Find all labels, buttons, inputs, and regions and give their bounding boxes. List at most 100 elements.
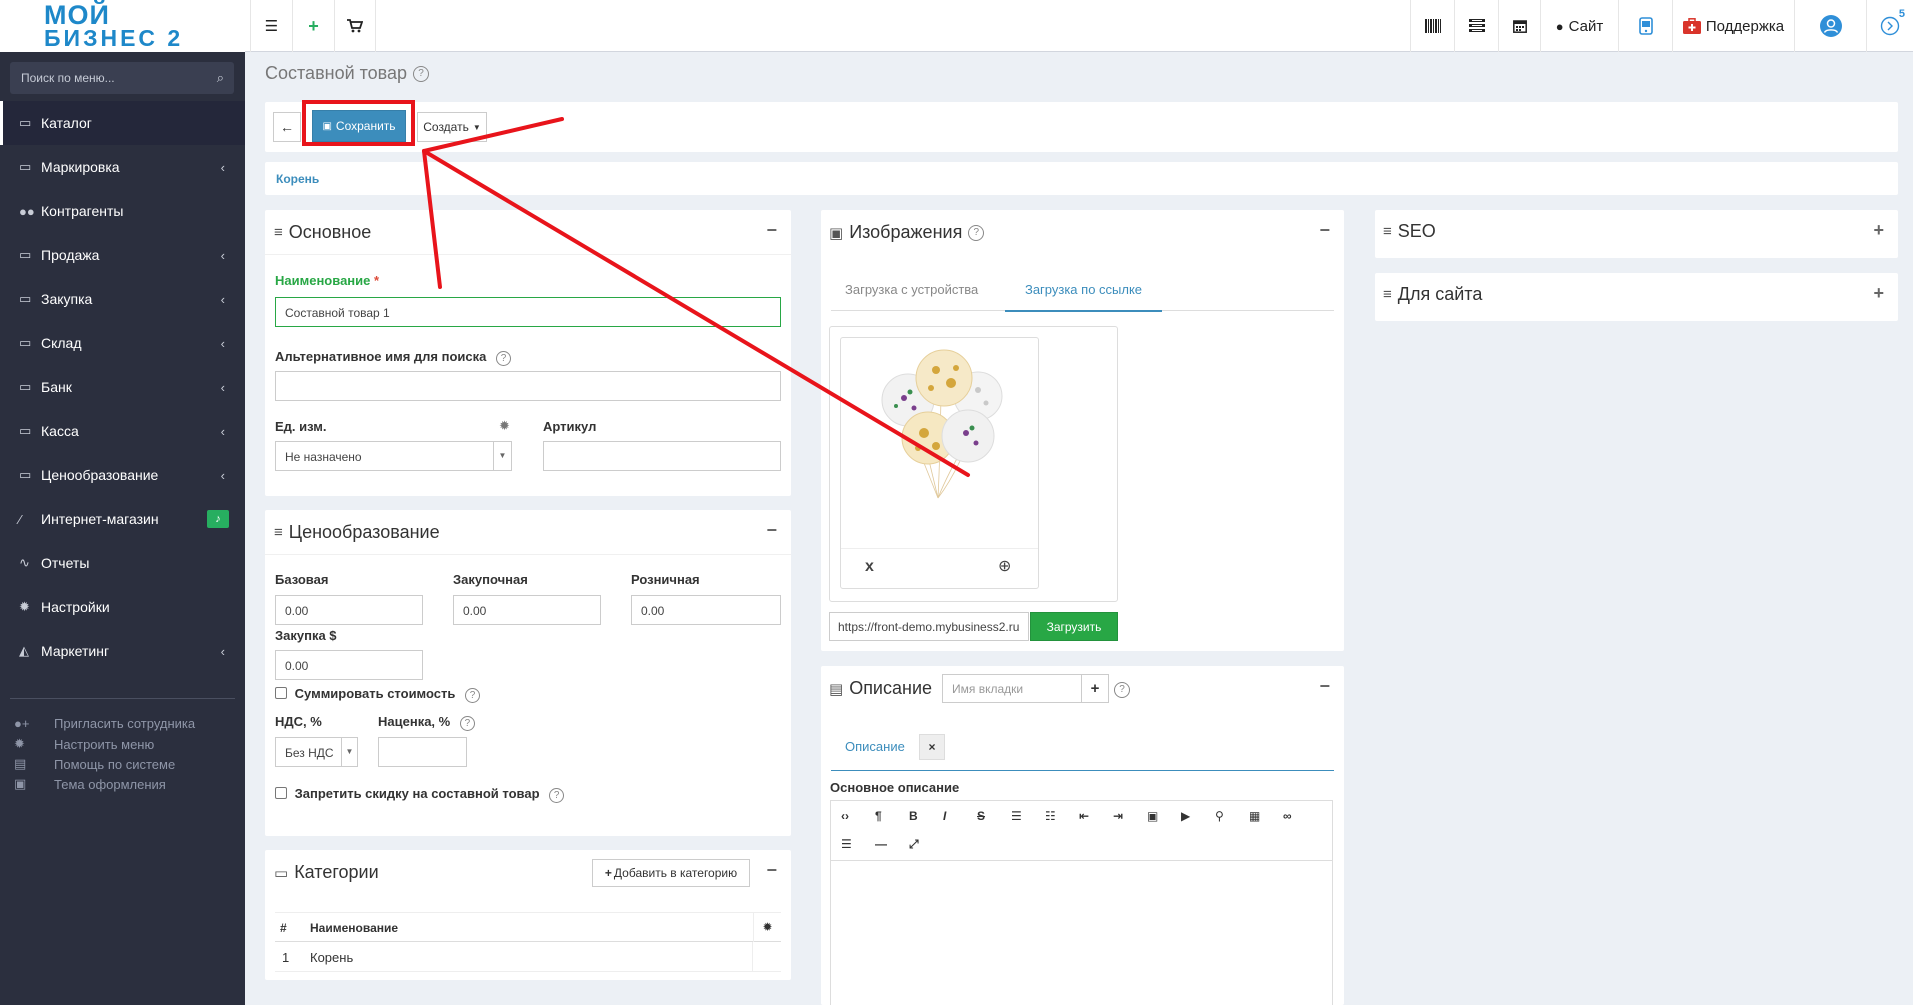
sum-cost-checkbox-row[interactable]: Суммировать стоимость ?	[275, 686, 480, 703]
collapse-categories-button[interactable]: −	[766, 860, 777, 881]
help-icon[interactable]: ?	[413, 65, 430, 82]
retail-price-input[interactable]: 0.00	[631, 595, 781, 625]
sidebar-item-sales[interactable]: ▭ Продажа ‹	[0, 233, 245, 277]
insert-image-icon[interactable]: ▣	[1147, 809, 1158, 823]
name-input[interactable]: Составной товар 1	[275, 297, 781, 327]
paragraph-icon[interactable]: ¶	[875, 809, 882, 823]
calendar-button[interactable]	[1498, 0, 1540, 52]
breadcrumb-root-link[interactable]: Корень	[276, 172, 319, 186]
gear-icon[interactable]: ✹	[499, 418, 510, 434]
sidebar-item-pricing[interactable]: ▭ Ценообразование ‹	[0, 453, 245, 497]
outdent-icon[interactable]: ⇤	[1079, 809, 1089, 823]
image-url-input[interactable]: https://front-demo.mybusiness2.ru	[829, 612, 1029, 641]
sidebar-item-marketing[interactable]: ◭ Маркетинг ‹	[0, 629, 245, 673]
plus-icon: +	[1090, 680, 1100, 697]
help-icon[interactable]: ?	[465, 688, 480, 703]
sidebar-item-contractors[interactable]: ●● Контрагенты	[0, 189, 245, 233]
barcode-button[interactable]	[1410, 0, 1454, 52]
logo[interactable]: МОЙ БИЗНЕС 2	[0, 0, 245, 52]
invite-employee-link[interactable]: ●+ Пригласить сотрудника	[14, 716, 195, 731]
support-button[interactable]: Поддержка	[1672, 0, 1794, 52]
markup-input[interactable]	[378, 737, 467, 767]
row-name: Корень	[310, 950, 354, 965]
cart-button[interactable]	[334, 0, 376, 52]
italic-icon[interactable]: I	[943, 809, 946, 823]
add-to-category-button[interactable]: + Добавить в категорию	[592, 859, 750, 887]
upload-button[interactable]: Загрузить	[1030, 612, 1118, 641]
user-avatar-button[interactable]	[1794, 0, 1866, 52]
gear-icon[interactable]: ✹	[753, 913, 781, 942]
table-row[interactable]: 1 Корень	[275, 942, 781, 972]
strikethrough-icon[interactable]: S	[977, 809, 985, 823]
collapse-basic-button[interactable]: −	[766, 220, 777, 241]
sidebar-item-bank[interactable]: ▭ Банк ‹	[0, 365, 245, 409]
theme-link[interactable]: ▣ Тема оформления	[14, 776, 166, 792]
base-price-input[interactable]: 0.00	[275, 595, 423, 625]
sum-cost-checkbox[interactable]	[275, 687, 287, 699]
mobile-app-button[interactable]	[1618, 0, 1672, 52]
insert-video-icon[interactable]: ▶	[1181, 809, 1190, 823]
close-tab-button[interactable]: ×	[919, 734, 945, 760]
for-site-panel[interactable]: ≡ Для сайта +	[1375, 273, 1898, 321]
help-icon[interactable]: ?	[1114, 682, 1130, 698]
sidebar-item-cashbox[interactable]: ▭ Касса ‹	[0, 409, 245, 453]
horizontal-rule-icon[interactable]: —	[875, 837, 887, 851]
expand-for-site-button[interactable]: +	[1873, 283, 1884, 304]
tab-upload-link[interactable]: Загрузка по ссылке	[1005, 272, 1162, 312]
zoom-in-icon[interactable]: ⊕	[998, 556, 1011, 576]
chain-link-icon[interactable]: ∞	[1283, 809, 1292, 823]
tab-description[interactable]: Описание	[845, 739, 905, 754]
table-icon[interactable]: ▦	[1249, 809, 1260, 823]
sidebar-item-purchases[interactable]: ▭ Закупка ‹	[0, 277, 245, 321]
balloons-image[interactable]	[866, 348, 1016, 508]
create-dropdown-button[interactable]: Создать ▼	[417, 112, 487, 142]
sidebar-item-settings[interactable]: ✹ Настройки	[0, 585, 245, 629]
system-help-link[interactable]: ▤ Помощь по системе	[14, 756, 175, 772]
help-icon[interactable]: ?	[549, 788, 565, 803]
hamburger-menu-button[interactable]: ☰	[250, 0, 292, 52]
sidebar-item-warehouse[interactable]: ▭ Склад ‹	[0, 321, 245, 365]
sidebar-item-catalog[interactable]: ▭ Каталог	[0, 101, 245, 145]
link-icon[interactable]: ⚲	[1215, 809, 1224, 823]
configure-menu-link[interactable]: ✹ Настроить меню	[14, 736, 154, 752]
add-tab-button[interactable]: +	[1081, 674, 1109, 703]
no-discount-checkbox-row[interactable]: Запретить скидку на составной товар ?	[275, 786, 565, 803]
unit-select[interactable]: Не назначено ▼	[275, 441, 512, 471]
bold-icon[interactable]: B	[909, 809, 918, 823]
tab-name-input[interactable]: Имя вкладки	[942, 674, 1082, 703]
images-panel: ▣ Изображения ? − Загрузка с устройства …	[821, 210, 1344, 651]
tab-upload-device[interactable]: Загрузка с устройства	[845, 282, 978, 297]
sidebar-item-reports[interactable]: ∿ Отчеты	[0, 541, 245, 585]
align-left-icon[interactable]: ☰	[841, 837, 852, 851]
fullscreen-icon[interactable]: ⤢	[909, 837, 919, 852]
unordered-list-icon[interactable]: ☰	[1011, 809, 1022, 823]
sidebar-item-marking[interactable]: ▭ Маркировка ‹	[0, 145, 245, 189]
vat-select[interactable]: Без НДС ▼	[275, 737, 358, 767]
add-button[interactable]: +	[292, 0, 334, 52]
collapse-pricing-button[interactable]: −	[766, 520, 777, 541]
purchase-usd-input[interactable]: 0.00	[275, 650, 423, 680]
help-icon[interactable]: ?	[968, 224, 985, 241]
delete-image-button[interactable]: x	[865, 558, 874, 576]
site-button[interactable]: ● Сайт	[1540, 0, 1618, 52]
back-button[interactable]: ←	[273, 112, 301, 142]
code-view-icon[interactable]: ‹›	[841, 809, 849, 823]
no-discount-checkbox[interactable]	[275, 787, 287, 799]
article-input[interactable]	[543, 441, 781, 471]
editor-content-area[interactable]	[831, 861, 1332, 1005]
align-left-icon: ≡	[274, 524, 283, 541]
purchase-price-input[interactable]: 0.00	[453, 595, 601, 625]
alt-name-input[interactable]	[275, 371, 781, 401]
notifications-button[interactable]: 5	[1866, 0, 1913, 52]
ordered-list-icon[interactable]: ☷	[1045, 809, 1056, 823]
expand-seo-button[interactable]: +	[1873, 220, 1884, 241]
sidebar-item-online-store[interactable]: ⁄ Интернет-магазин ♪	[0, 497, 245, 541]
collapse-images-button[interactable]: −	[1319, 220, 1330, 241]
seo-panel[interactable]: ≡ SEO +	[1375, 210, 1898, 258]
list-button[interactable]	[1454, 0, 1498, 52]
collapse-description-button[interactable]: −	[1319, 676, 1330, 697]
help-icon[interactable]: ?	[459, 716, 475, 731]
menu-search-input[interactable]: Поиск по меню... ⌕	[10, 62, 234, 94]
help-icon[interactable]: ?	[496, 351, 511, 366]
indent-icon[interactable]: ⇥	[1113, 809, 1123, 823]
